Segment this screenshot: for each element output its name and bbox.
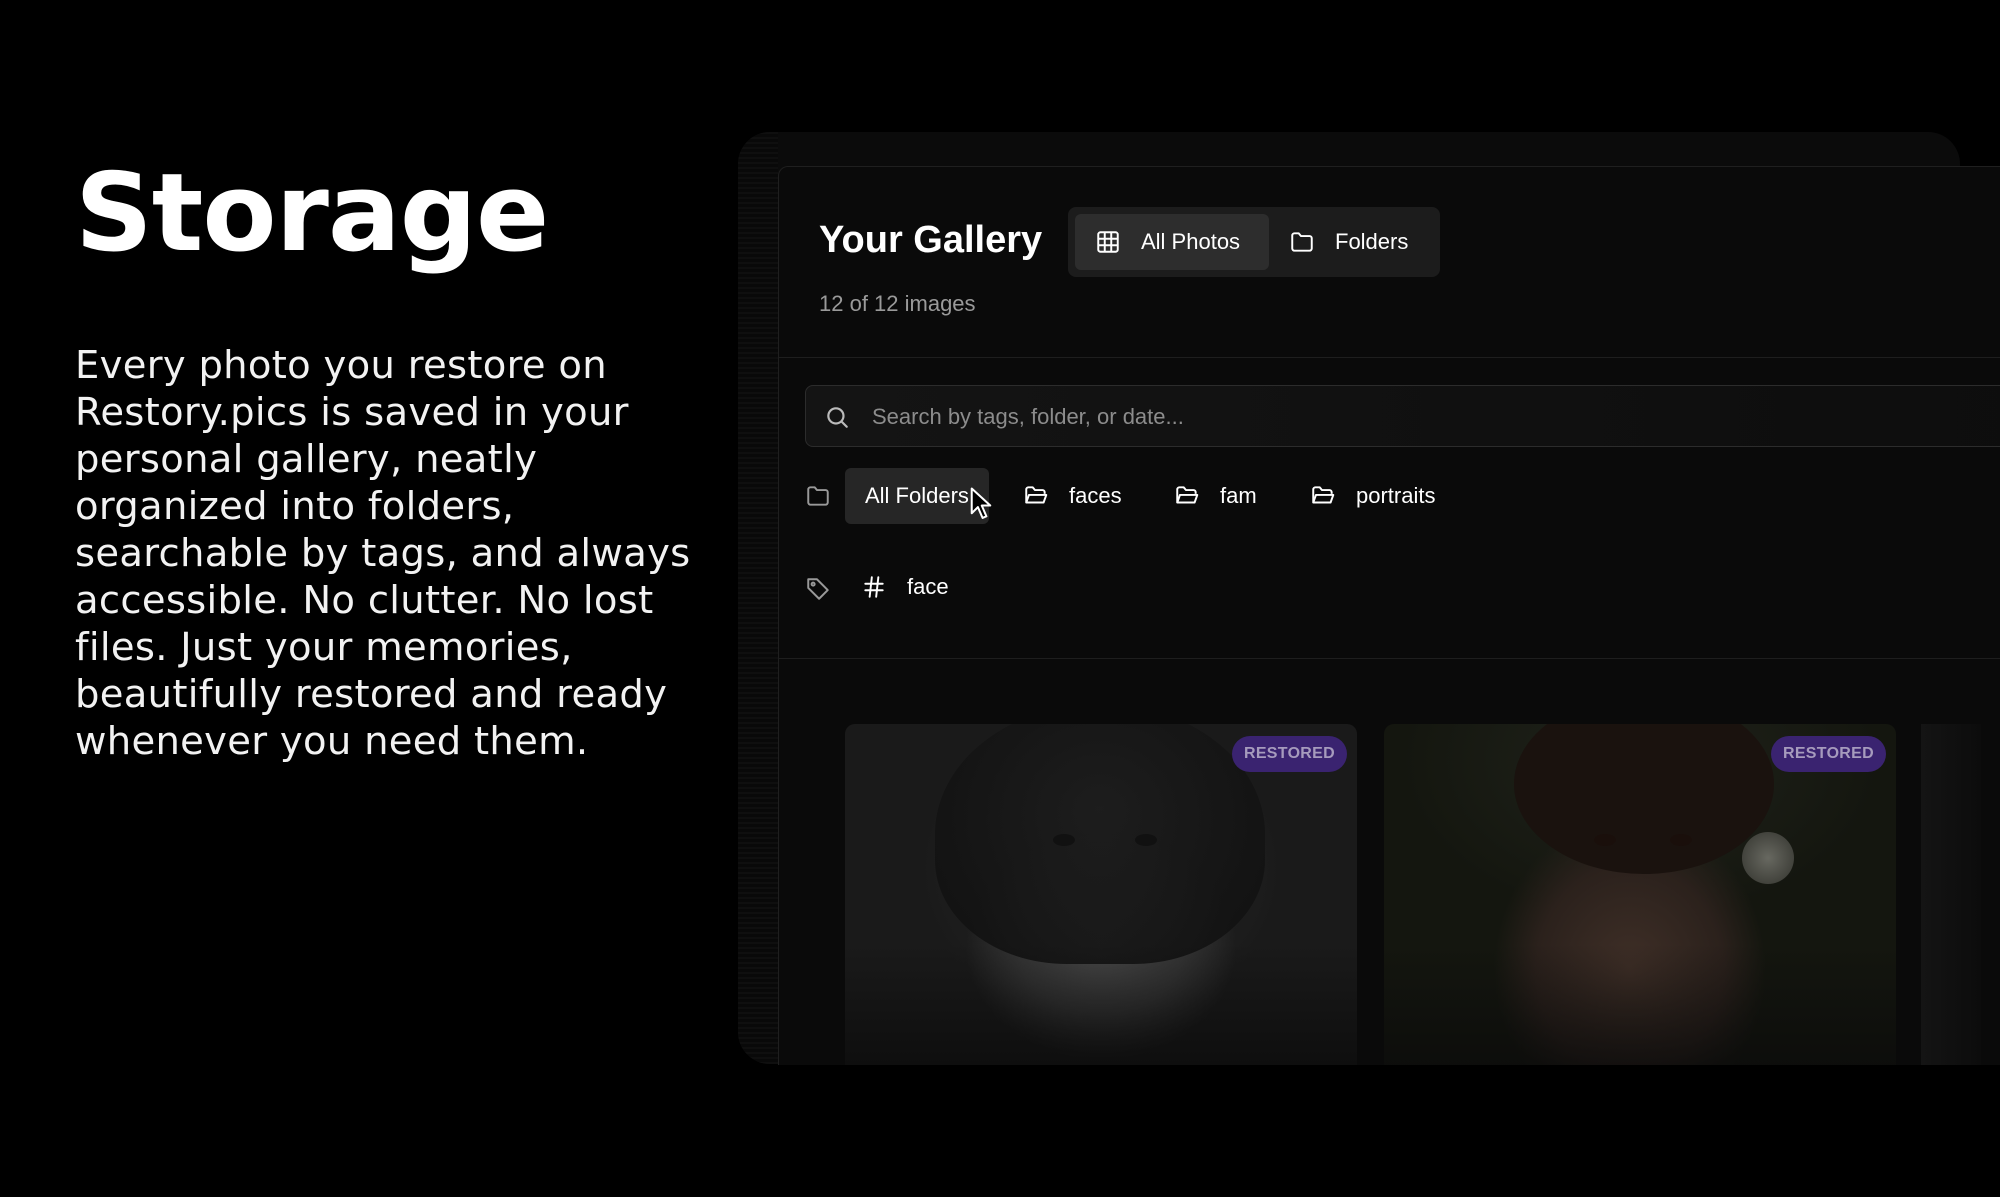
photo-card[interactable]: RESTORED [845, 724, 1357, 1065]
folder-chip-label: fam [1220, 483, 1257, 508]
filters-divider [779, 658, 2000, 659]
portrait-image [1584, 834, 1704, 850]
image-count: 12 of 12 images [819, 291, 976, 316]
all-photos-label: All Photos [1141, 229, 1241, 254]
hero-description: Every photo you restore on Restory.pics … [75, 343, 691, 764]
restored-badge: RESTORED [1770, 736, 1886, 772]
search-bar [805, 385, 2000, 448]
hash-icon [864, 576, 884, 598]
folder-open-icon [1025, 486, 1048, 504]
card-fade [1384, 944, 1896, 1065]
folder-chip-all-folders[interactable]: All Folders [845, 468, 989, 524]
portrait-image [1045, 834, 1165, 850]
all-photos-button[interactable]: All Photos [1075, 214, 1269, 270]
gallery-title: Your Gallery [819, 219, 1043, 261]
view-toggle: All Photos Folders [1068, 207, 1440, 277]
photo-card[interactable]: RESTORED [1384, 724, 1896, 1065]
hero-title: Storage [75, 151, 549, 276]
search-input[interactable] [870, 386, 1974, 448]
search-icon [827, 407, 848, 428]
folders-view-label: Folders [1335, 229, 1409, 254]
card-fade [845, 944, 1357, 1065]
folder-filter-icon [807, 486, 829, 506]
folder-chip-faces[interactable]: faces [1023, 468, 1122, 524]
folder-chip-fam[interactable]: fam [1174, 468, 1257, 524]
mouse-cursor-icon [970, 487, 992, 519]
folder-chip-portraits[interactable]: portraits [1310, 468, 1435, 524]
folder-chip-label: All Folders [865, 483, 969, 508]
tag-filter-icon [807, 578, 829, 600]
header-divider [779, 357, 2000, 358]
folder-chip-label: portraits [1356, 483, 1436, 508]
folder-chip-label: faces [1069, 483, 1122, 508]
grid-icon [1097, 231, 1119, 253]
folders-view-button[interactable]: Folders [1269, 214, 1433, 270]
tag-chip-face[interactable]: face [861, 559, 949, 615]
photo-card-partial[interactable] [1921, 724, 1981, 1065]
folder-open-icon [1312, 486, 1335, 504]
tag-chip-label: face [907, 574, 949, 599]
folder-open-icon [1176, 486, 1199, 504]
restored-badge: RESTORED [1231, 736, 1347, 772]
folder-icon [1291, 232, 1313, 252]
gallery-app: Your Gallery 12 of 12 images All Photos … [778, 166, 2000, 1065]
